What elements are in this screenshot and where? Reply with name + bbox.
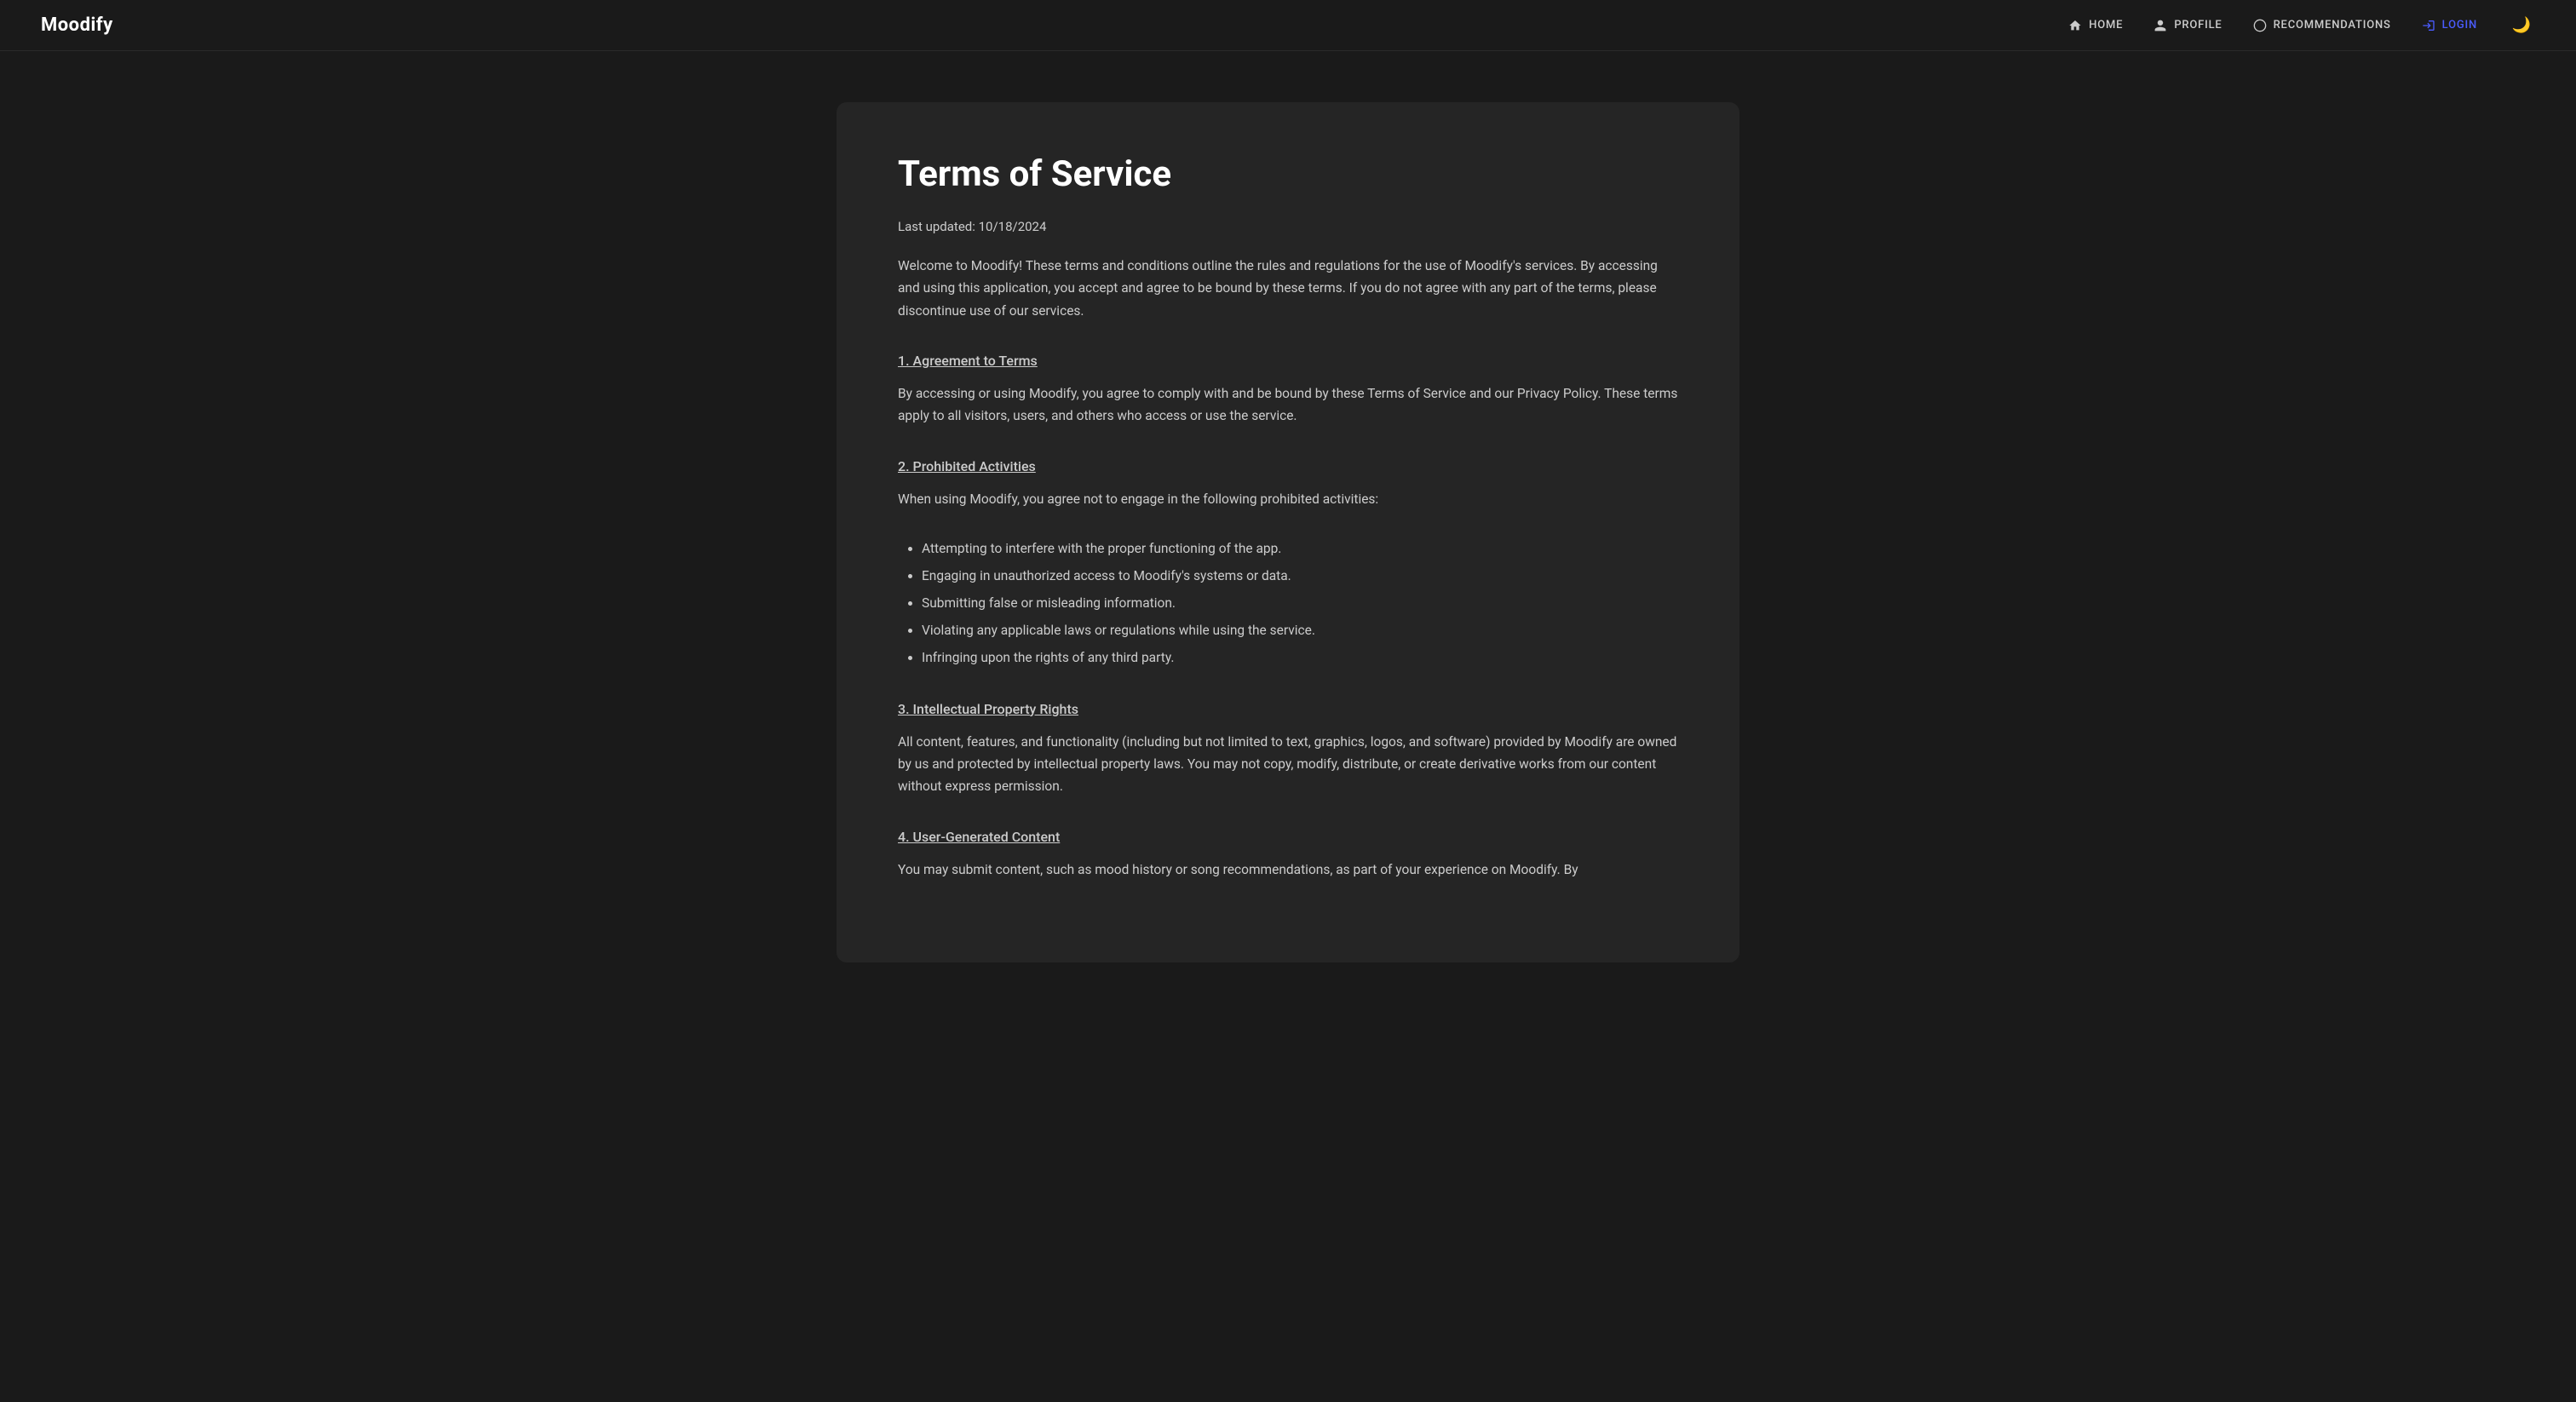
navbar: Moodify HOME PROFILE R (0, 0, 2576, 51)
section-agreement-heading[interactable]: 1. Agreement to Terms (898, 353, 1678, 369)
nav-home[interactable]: HOME (2068, 19, 2123, 32)
prohibited-list: Attempting to interfere with the proper … (898, 537, 1678, 669)
list-item: Violating any applicable laws or regulat… (922, 619, 1678, 643)
list-item: Submitting false or misleading informati… (922, 592, 1678, 616)
logo[interactable]: Moodify (41, 14, 113, 36)
list-item: Infringing upon the rights of any third … (922, 646, 1678, 670)
section-agreement: 1. Agreement to Terms By accessing or us… (898, 353, 1678, 428)
theme-toggle-button[interactable]: 🌙 (2508, 12, 2535, 39)
section-ugc: 4. User-Generated Content You may submit… (898, 829, 1678, 881)
nav-recommendations[interactable]: RECOMMENDATIONS (2253, 19, 2391, 32)
section-prohibited: 2. Prohibited Activities When using Mood… (898, 458, 1678, 670)
nav-links: HOME PROFILE RECOMMENDATIONS (2068, 12, 2535, 39)
list-item: Attempting to interfere with the proper … (922, 537, 1678, 561)
content-card: Terms of Service Last updated: 10/18/202… (837, 102, 1739, 962)
section-prohibited-body: When using Moodify, you agree not to eng… (898, 488, 1678, 510)
list-item: Engaging in unauthorized access to Moodi… (922, 565, 1678, 589)
page-wrapper: Terms of Service Last updated: 10/18/202… (0, 51, 2576, 1014)
person-icon (2153, 19, 2167, 32)
section-agreement-body: By accessing or using Moodify, you agree… (898, 382, 1678, 428)
section-intellectual: 3. Intellectual Property Rights All cont… (898, 701, 1678, 798)
recommendations-icon (2253, 19, 2267, 32)
nav-profile[interactable]: PROFILE (2153, 19, 2222, 32)
nav-login[interactable]: LOGIN (2422, 19, 2477, 32)
last-updated: Last updated: 10/18/2024 (898, 219, 1678, 234)
intro-text: Welcome to Moodify! These terms and cond… (898, 255, 1678, 322)
section-ugc-heading[interactable]: 4. User-Generated Content (898, 829, 1678, 845)
home-icon (2068, 19, 2082, 32)
section-intellectual-body: All content, features, and functionality… (898, 731, 1678, 798)
login-icon (2422, 19, 2435, 32)
section-intellectual-heading[interactable]: 3. Intellectual Property Rights (898, 701, 1678, 717)
section-prohibited-heading[interactable]: 2. Prohibited Activities (898, 458, 1678, 474)
page-title: Terms of Service (898, 153, 1678, 195)
section-ugc-body: You may submit content, such as mood his… (898, 859, 1678, 881)
